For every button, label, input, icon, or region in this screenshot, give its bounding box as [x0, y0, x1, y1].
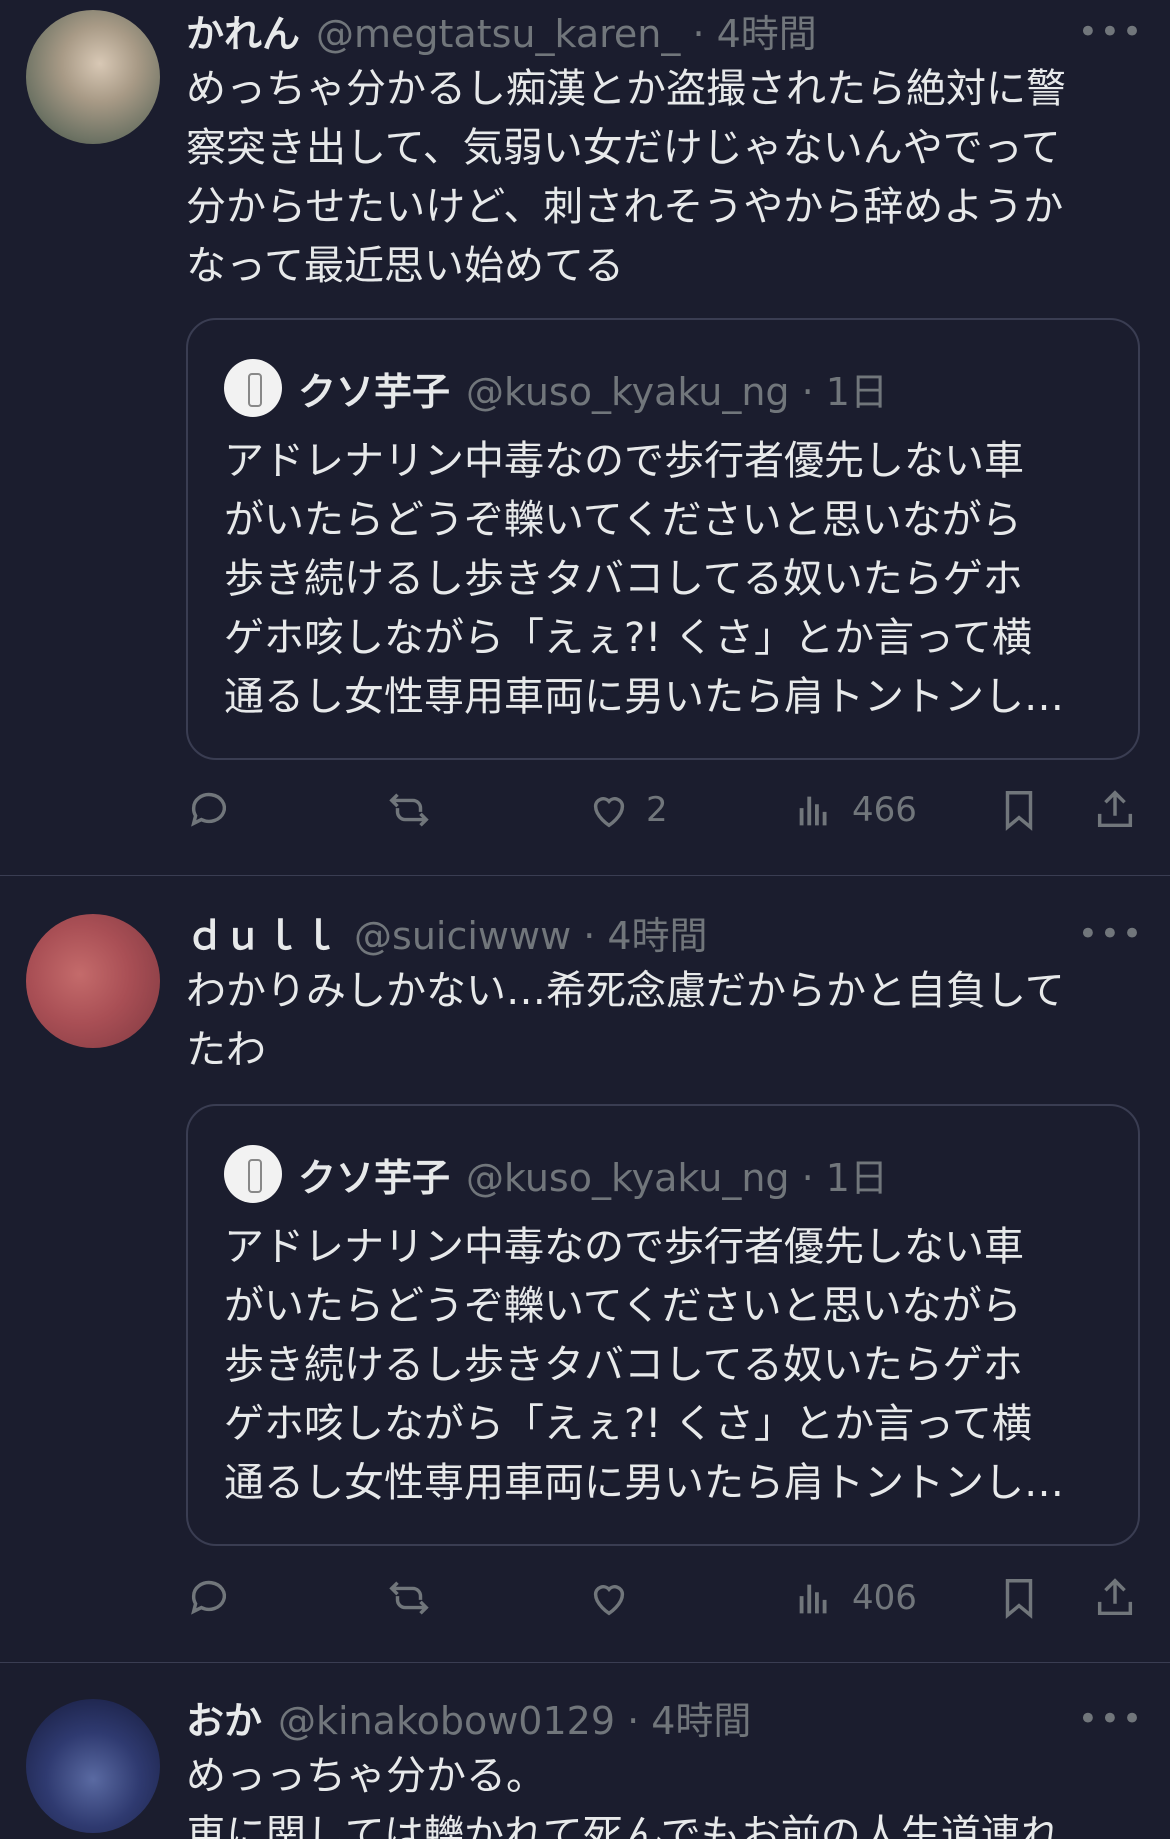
avatar[interactable] — [26, 1699, 160, 1833]
quote-header: クソ芋子 @kuso_kyaku_ng · 1日 — [224, 1145, 888, 1203]
display-name[interactable]: おか — [186, 1690, 262, 1745]
quote-handle-and-time: @kuso_kyaku_ng · 1日 — [466, 1155, 888, 1200]
quote-handle-and-time: @kuso_kyaku_ng · 1日 — [466, 369, 888, 414]
quote-text: アドレナリン中毒なので歩行者優先しない車 がいたらどうぞ轢いてくださいと思いなが… — [224, 438, 1064, 720]
avatar[interactable] — [26, 914, 160, 1048]
views-icon — [799, 796, 827, 826]
like-icon — [593, 1585, 625, 1616]
views-count: 466 — [852, 790, 917, 830]
like-count: 2 — [646, 790, 668, 830]
like-button[interactable] — [586, 1570, 646, 1626]
share-icon — [1097, 1578, 1133, 1616]
bookmark-icon — [1005, 791, 1033, 831]
share-button[interactable] — [1092, 782, 1138, 838]
quote-avatar — [224, 1145, 282, 1203]
share-button[interactable] — [1092, 1570, 1138, 1626]
reply-button[interactable] — [186, 1570, 232, 1626]
retweet-button[interactable] — [386, 1570, 432, 1626]
bookmark-button[interactable] — [996, 1570, 1042, 1626]
handle-and-time[interactable]: @megtatsu_karen_ · 4時間 — [316, 3, 817, 58]
tweet-text: めっちゃ分かるし痴漢とか盗撮されたら絶対に警 察突き出して、気弱い女だけじゃない… — [186, 66, 1066, 289]
views-count: 406 — [852, 1578, 917, 1618]
display-name[interactable]: ｄｕｌｌ — [186, 905, 338, 960]
quoted-tweet[interactable]: クソ芋子 @kuso_kyaku_ng · 1日 アドレナリン中毒なので歩行者優… — [186, 1104, 1140, 1546]
tweet-text: めっっちゃ分かる。 車に関しては轢かれて死んでもお前の人生道連れ — [186, 1753, 1061, 1839]
tweet-header: おか @kinakobow0129 · 4時間 — [186, 1687, 751, 1747]
tweet[interactable]: ｄｕｌｌ @suiciwww · 4時間 ••• わかりみしかない…希死念慮だか… — [0, 876, 1170, 1662]
tweet-header: かれん @megtatsu_karen_ · 4時間 — [186, 0, 817, 60]
handle-and-time[interactable]: @kinakobow0129 · 4時間 — [278, 1690, 751, 1745]
display-name[interactable]: かれん — [186, 3, 300, 58]
more-options-icon[interactable]: ••• — [1078, 914, 1144, 954]
reply-icon — [191, 792, 227, 827]
views-icon — [799, 1584, 827, 1614]
like-icon — [593, 797, 625, 828]
tweet-text: わかりみしかない…希死念慮だからかと自負して たわ — [186, 968, 1065, 1073]
more-options-icon[interactable]: ••• — [1078, 12, 1144, 52]
bookmark-button[interactable] — [996, 782, 1042, 838]
quote-header: クソ芋子 @kuso_kyaku_ng · 1日 — [224, 359, 888, 417]
quote-text: アドレナリン中毒なので歩行者優先しない車 がいたらどうぞ轢いてくださいと思いなが… — [224, 1224, 1064, 1506]
quote-display-name: クソ芋子 — [298, 1155, 451, 1200]
share-icon — [1097, 790, 1133, 828]
bookmark-icon — [1005, 1579, 1033, 1619]
retweet-icon — [389, 793, 429, 827]
more-options-icon[interactable]: ••• — [1078, 1699, 1144, 1739]
action-bar: 2 466 — [186, 782, 1146, 838]
quote-avatar — [224, 359, 282, 417]
retweet-icon — [389, 1581, 429, 1615]
reply-icon — [191, 1580, 227, 1615]
quoted-tweet[interactable]: クソ芋子 @kuso_kyaku_ng · 1日 アドレナリン中毒なので歩行者優… — [186, 318, 1140, 760]
avatar[interactable] — [26, 10, 160, 144]
handle-and-time[interactable]: @suiciwww · 4時間 — [354, 905, 708, 960]
quote-display-name: クソ芋子 — [298, 369, 451, 414]
tweet[interactable]: おか @kinakobow0129 · 4時間 ••• めっっちゃ分かる。 車に… — [0, 1663, 1170, 1839]
tweet-header: ｄｕｌｌ @suiciwww · 4時間 — [186, 902, 708, 962]
action-bar: 406 — [186, 1570, 1146, 1626]
like-button[interactable]: 2 — [586, 782, 668, 838]
tweet[interactable]: かれん @megtatsu_karen_ · 4時間 ••• めっちゃ分かるし痴… — [0, 0, 1170, 875]
retweet-button[interactable] — [386, 782, 432, 838]
views-button[interactable]: 466 — [792, 782, 917, 838]
reply-button[interactable] — [186, 782, 232, 838]
views-button[interactable]: 406 — [792, 1570, 917, 1626]
